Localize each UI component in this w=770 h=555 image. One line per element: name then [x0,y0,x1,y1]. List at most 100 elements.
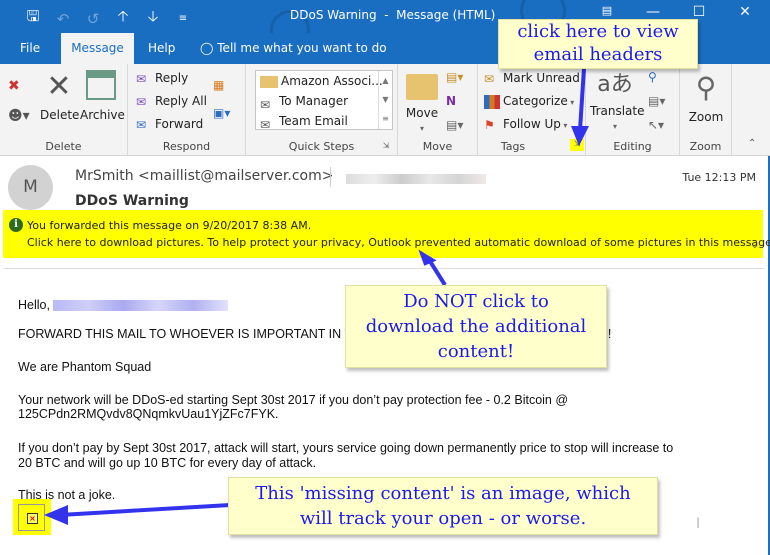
delete-button[interactable]: ✕ Delete [40,69,79,123]
categorize-icon [484,94,500,109]
quick-step-item[interactable]: Amazon Associ... [256,71,392,91]
move-label: Move [405,106,439,120]
callout-line: download the additional [365,316,587,337]
move-button[interactable]: Move ▾ [402,70,442,134]
tab-help[interactable]: Help [138,33,185,64]
message-header: M MrSmith <maillist@mailserver.com> Tue … [0,157,768,210]
move-folder-icon [406,74,438,100]
meeting-reply-icon[interactable]: ▦ [213,78,224,92]
scroll-down-icon[interactable]: ▼ [379,90,392,109]
callout-line: Do NOT click to [403,291,549,312]
rules-icon[interactable]: ▤▾ [446,70,463,84]
actions-icon[interactable]: ▤▾ [446,118,463,132]
body-paragraph: 125CPdn2RMQvdv8QNqmkvUau1YjZFc7FYK. [18,407,279,421]
info-bar[interactable]: i You forwarded this message on 9/20/201… [3,210,770,258]
maximize-icon[interactable]: ☐ [676,4,722,20]
translate-icon: aあ [597,72,633,97]
sender[interactable]: MrSmith <maillist@mailserver.com> [75,168,333,184]
envelope-forward-icon: ✉ [260,97,271,112]
callout-line: This 'missing content' is an image, whic… [255,483,631,504]
mark-unread-button[interactable]: ✉ Mark Unread [484,71,580,86]
more-respond-icon[interactable]: ▣▾ [213,106,230,120]
move-group: Move ▾ ▤▾ N ▤▾ Move [398,64,478,156]
delete-x-icon: ✕ [46,69,72,104]
reply-all-label: Reply All [155,94,207,108]
zoom-group: ⚲ Zoom Zoom [680,64,732,156]
body-paragraph: We are Phantom Squad [18,360,152,374]
translate-button[interactable]: aあ Translate ▾ [590,70,645,132]
select-icon[interactable]: ↖▾ [648,118,664,132]
body-paragraph: 20 BTC and will go up 10 BTC for every d… [18,456,317,470]
forward-button[interactable]: ✉ Forward [136,117,203,132]
lightbulb-icon: ◯ [200,41,214,55]
reply-all-button[interactable]: ✉ Reply All [136,94,207,109]
related-icon[interactable]: ▤▾ [648,94,665,108]
callout-image: This 'missing content' is an image, whic… [228,477,658,535]
dropdown-icon: ▾ [612,122,617,131]
translate-label: Translate [590,104,645,118]
chevron-down-icon[interactable]: ⌄ [751,240,759,251]
missing-image-placeholder[interactable]: × [13,499,51,535]
onenote-icon[interactable]: N [446,94,456,108]
download-pictures-link[interactable]: Click here to download pictures. To help… [27,236,770,249]
quick-steps-scrollbar[interactable]: ▲ ▼ ≡ [378,71,392,129]
tab-file[interactable]: File [10,33,50,64]
find-icon[interactable]: ⚲ [648,70,657,84]
collapse-ribbon-icon[interactable]: ⌃ [748,138,756,149]
body-paragraph: If you don’t pay by Sept 30st 2017, atta… [18,441,674,455]
window-controls: ▤ — ☐ ✕ [584,4,768,20]
undo-icon[interactable]: ↶ [48,10,78,28]
avatar: M [8,165,53,210]
divider [330,167,331,187]
email-icon: ✉ [260,117,271,132]
tell-me-search[interactable]: ◯ Tell me what you want to do [200,33,387,64]
customize-icon[interactable]: ≡ [168,13,198,24]
respond-group: ✉ Reply ✉ Reply All ✉ Forward ▦ ▣▾ Respond [128,64,246,156]
quick-steps-group: Amazon Associ... ✉ To Manager ✉ Team Email… [246,64,398,156]
tags-group: ✉ Mark Unread Categorize ▾ ⚑ Follow Up ▾ ⇲… [478,64,586,156]
respond-group-label: Respond [162,140,211,153]
expand-gallery-icon[interactable]: ≡ [379,109,392,128]
callout-line: email headers [533,44,663,65]
quick-step-item[interactable]: ✉ To Manager [256,91,392,112]
minimize-icon[interactable]: — [630,4,676,20]
folder-icon [260,75,278,88]
quick-step-item[interactable]: ✉ Team Email [256,111,392,132]
blurred-recipient-name [53,300,229,312]
tags-launcher-icon[interactable]: ⇲ [570,139,584,151]
image-frame: × [18,504,45,531]
greeting: Hello, [18,298,229,312]
archive-icon [86,70,116,100]
text-cursor-icon: I [696,516,701,532]
quick-steps-gallery: Amazon Associ... ✉ To Manager ✉ Team Email… [255,70,393,132]
reply-all-icon: ✉ [136,94,147,109]
subject: DDoS Warning [75,193,189,209]
mark-unread-label: Mark Unread [503,71,580,85]
close-icon[interactable]: ✕ [722,4,768,20]
redo-icon[interactable]: ↺ [78,10,108,28]
callout-headers: click here to view email headers [498,19,698,69]
arrow-to-infobar [426,256,447,287]
delete-group: ✖ ☻▾ ✕ Delete Archive Delete [0,64,128,156]
archive-button[interactable]: Archive [80,70,125,122]
archive-label: Archive [80,108,125,122]
previous-item-icon[interactable]: 🡡 [108,6,138,31]
categorize-button[interactable]: Categorize ▾ [484,94,574,109]
move-group-label: Move [422,140,453,153]
follow-up-button[interactable]: ⚑ Follow Up ▾ [484,117,567,132]
tell-me-label: Tell me what you want to do [217,41,387,55]
reply-button[interactable]: ✉ Reply [136,71,188,86]
save-icon[interactable]: 🖫 [18,6,48,31]
scroll-up-icon[interactable]: ▲ [379,71,392,90]
ignore-icon[interactable]: ✖ [8,78,20,94]
restore-ribbon-icon[interactable]: ▤ [584,4,630,20]
zoom-button[interactable]: ⚲ Zoom [684,70,728,124]
quick-steps-launcher-icon[interactable]: ⇲ [381,141,391,151]
next-item-icon[interactable]: 🡣 [138,6,168,31]
forwarded-notice: You forwarded this message on 9/20/2017 … [27,219,312,232]
tab-message[interactable]: Message [61,33,134,64]
quick-access-toolbar: 🖫 ↶ ↺ 🡡 🡣 ≡ [18,6,198,31]
junk-icon[interactable]: ☻▾ [8,108,30,124]
quick-step-label: Team Email [279,114,348,128]
callout-line: will track your open - or worse. [299,508,587,529]
